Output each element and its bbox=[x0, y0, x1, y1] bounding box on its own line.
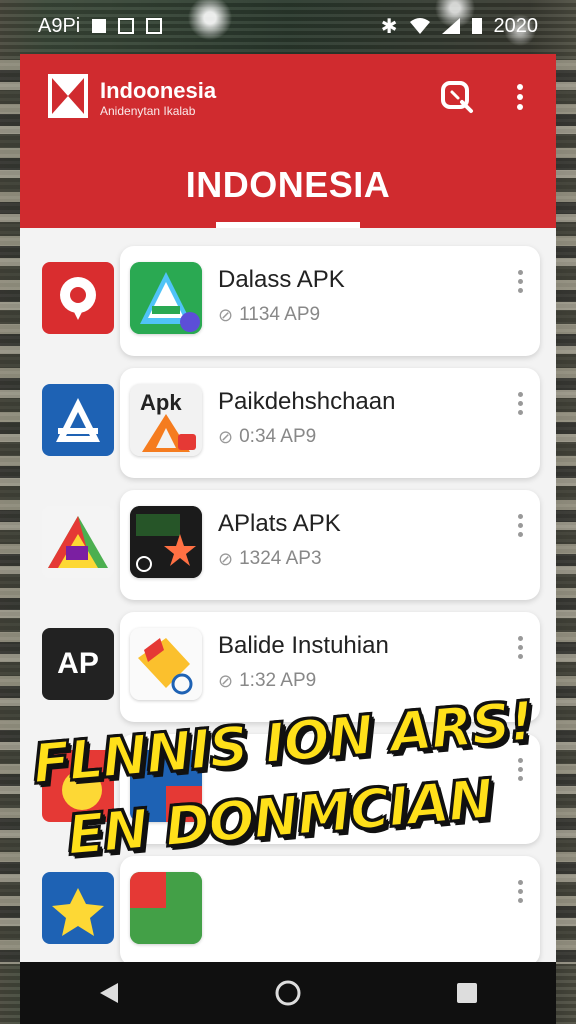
svg-text:Apk: Apk bbox=[140, 390, 182, 415]
more-vert-icon bbox=[517, 84, 523, 110]
tab-indicator bbox=[216, 222, 360, 228]
blue-a-icon[interactable] bbox=[42, 384, 114, 456]
overflow-menu-button[interactable] bbox=[508, 80, 532, 114]
app-card[interactable]: Dalass APK ⊘ 1134 AP9 bbox=[120, 246, 540, 356]
navigation-bar bbox=[20, 962, 556, 1024]
recents-button[interactable] bbox=[447, 973, 487, 1013]
ap-badge-text: AP bbox=[57, 647, 99, 680]
recents-icon bbox=[456, 983, 477, 1003]
back-icon bbox=[100, 983, 119, 1003]
bluetooth-icon: ✱ bbox=[380, 15, 398, 38]
wifi-icon bbox=[409, 18, 430, 34]
signal-icon bbox=[441, 18, 460, 34]
home-icon bbox=[275, 980, 301, 1006]
search-icon bbox=[441, 81, 473, 113]
link-icon: ⊘ bbox=[218, 304, 234, 325]
list-item[interactable]: Dalass APK ⊘ 1134 AP9 bbox=[20, 244, 556, 366]
app-bar: Indoonesia Anidenytan Ikalab INDONESIA bbox=[20, 54, 556, 228]
item-more-icon[interactable] bbox=[516, 880, 524, 904]
app-card[interactable]: Apk Paikdehshchaan ⊘ 0:34 AP9 bbox=[120, 368, 540, 478]
status-carrier-text: A9Pi bbox=[38, 14, 81, 37]
link-icon: ⊘ bbox=[218, 426, 234, 447]
app-name: Paikdehshchaan bbox=[218, 388, 396, 415]
status-bar: A9Pi ✱ 2020 bbox=[0, 0, 576, 52]
item-more-icon[interactable] bbox=[516, 636, 524, 660]
app-meta: ⊘ 0:34 AP9 bbox=[218, 426, 317, 447]
home-button[interactable] bbox=[268, 973, 308, 1013]
dark-star-icon bbox=[130, 506, 202, 578]
app-meta: ⊘ 1:32 AP9 bbox=[218, 670, 317, 691]
item-more-icon[interactable] bbox=[516, 514, 524, 538]
list-item[interactable]: Apk Paikdehshchaan ⊘ 0:34 AP9 bbox=[20, 366, 556, 488]
mixed-icon bbox=[130, 872, 202, 944]
colorful-triangle-icon[interactable] bbox=[42, 506, 114, 578]
app-meta: ⊘ 1134 AP9 bbox=[218, 304, 321, 325]
green-a-icon bbox=[130, 262, 202, 334]
blue-yellow-icon[interactable] bbox=[42, 872, 114, 944]
apk-orange-icon: Apk bbox=[130, 384, 202, 456]
page-title: INDONESIA bbox=[185, 164, 391, 205]
item-more-icon[interactable] bbox=[516, 270, 524, 294]
app-name: APlats APK bbox=[218, 510, 341, 537]
app-card[interactable]: APlats APK ⊘ 1324 AP3 bbox=[120, 490, 540, 600]
app-name: Dalass APK bbox=[218, 266, 345, 293]
brand-logo-icon bbox=[48, 74, 88, 118]
search-button[interactable] bbox=[440, 80, 474, 114]
app-card[interactable] bbox=[120, 856, 540, 962]
battery-icon bbox=[471, 18, 482, 34]
red-pin-icon[interactable] bbox=[42, 262, 114, 334]
sim-icon bbox=[92, 19, 107, 33]
app-meta: ⊘ 1324 AP3 bbox=[218, 548, 322, 569]
app-name: Balide Instuhian bbox=[218, 632, 389, 659]
back-button[interactable] bbox=[89, 973, 129, 1013]
item-more-icon[interactable] bbox=[516, 392, 524, 416]
brand-title: Indoonesia bbox=[100, 78, 217, 103]
link-icon: ⊘ bbox=[218, 548, 234, 569]
brand-subtitle: Anidenytan Ikalab bbox=[100, 104, 196, 118]
ap-badge-icon[interactable]: AP bbox=[42, 628, 114, 700]
list-item[interactable]: APlats APK ⊘ 1324 AP3 bbox=[20, 488, 556, 610]
notification-icon bbox=[118, 18, 135, 34]
status-time: 2020 bbox=[493, 14, 539, 37]
clipboard-icon bbox=[146, 18, 163, 34]
link-icon: ⊘ bbox=[218, 670, 234, 691]
yellow-tag-icon bbox=[130, 628, 202, 700]
